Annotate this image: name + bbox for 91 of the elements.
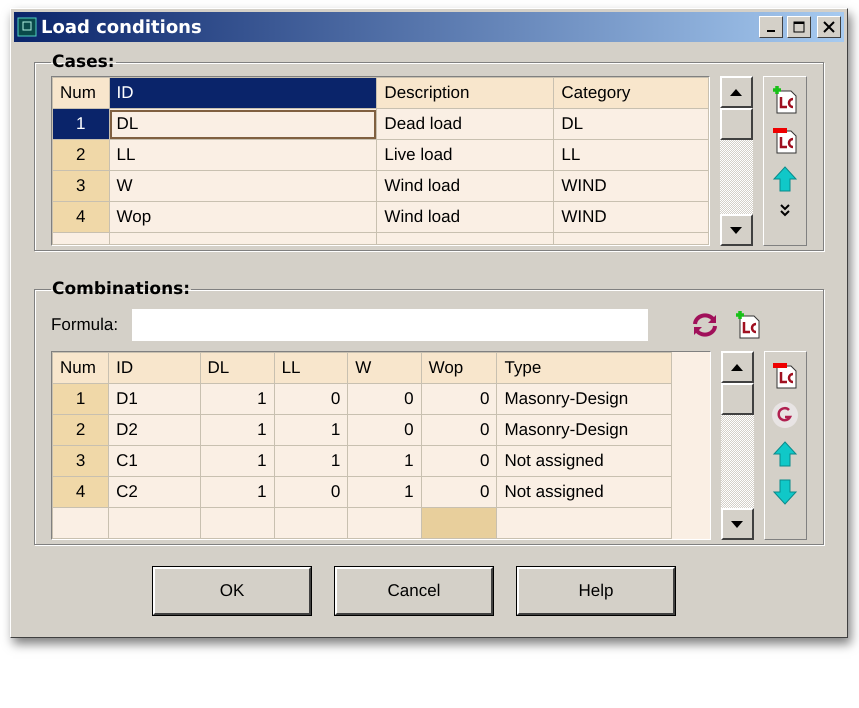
up-triangle-icon xyxy=(730,88,742,96)
row-number-cell[interactable]: 4 xyxy=(52,202,110,232)
table-cell[interactable]: 0 xyxy=(348,414,422,446)
column-header[interactable]: ID xyxy=(108,352,200,384)
column-header[interactable]: Num xyxy=(52,352,109,384)
column-header[interactable]: W xyxy=(348,352,422,384)
table-cell[interactable]: Wind load xyxy=(376,202,554,232)
formula-field[interactable] xyxy=(132,309,648,341)
formula-label: Formula: xyxy=(51,315,118,335)
scroll-up-button[interactable] xyxy=(720,76,753,108)
table-cell[interactable]: D1 xyxy=(108,384,200,414)
scroll-down-button[interactable] xyxy=(720,508,754,540)
table-cell[interactable]: WIND xyxy=(554,170,708,202)
table-cell[interactable]: 0 xyxy=(421,446,497,476)
double-chevron-icon[interactable] xyxy=(778,203,791,217)
up-arrow-icon[interactable] xyxy=(772,440,798,468)
maximize-button[interactable] xyxy=(787,16,811,38)
up-triangle-icon xyxy=(731,364,744,370)
table-cell[interactable]: 0 xyxy=(274,476,348,508)
up-arrow-icon[interactable] xyxy=(772,165,798,193)
close-icon xyxy=(823,21,835,33)
window-title: Load conditions xyxy=(41,16,203,38)
scroll-down-button[interactable] xyxy=(720,214,753,246)
table-cell[interactable]: 0 xyxy=(274,384,348,414)
table-cell[interactable]: 1 xyxy=(200,446,274,476)
down-arrow-icon[interactable] xyxy=(772,478,798,506)
table-cell[interactable]: 1 xyxy=(274,414,348,446)
dialog-button[interactable]: Cancel xyxy=(335,567,493,615)
column-header[interactable]: Num xyxy=(52,78,110,108)
table-cell[interactable]: Dead load xyxy=(376,108,554,140)
table-cell[interactable]: Live load xyxy=(376,140,554,170)
table-cell[interactable]: 1 xyxy=(200,414,274,446)
column-header[interactable]: ID xyxy=(109,78,377,108)
delete-document-icon[interactable] xyxy=(771,360,800,390)
close-button[interactable] xyxy=(817,16,841,38)
table-cell[interactable]: W xyxy=(109,170,377,202)
table-cell[interactable]: D2 xyxy=(108,414,200,446)
table-cell[interactable]: Wind load xyxy=(376,170,554,202)
row-number-cell[interactable]: 2 xyxy=(52,414,109,446)
table-cell[interactable]: 0 xyxy=(421,384,497,414)
add-document-icon[interactable] xyxy=(734,310,762,340)
row-number-cell[interactable]: 3 xyxy=(52,446,109,476)
app-icon xyxy=(17,17,37,37)
scrollbar[interactable] xyxy=(720,351,754,540)
table-cell[interactable]: 0 xyxy=(348,384,422,414)
table-cell[interactable]: DL xyxy=(554,108,708,140)
g-circle-icon[interactable] xyxy=(770,400,800,430)
row-number-cell[interactable]: 4 xyxy=(52,476,109,508)
minimize-button[interactable] xyxy=(759,16,783,38)
row-number-cell[interactable]: 1 xyxy=(52,108,110,140)
table-cell[interactable]: Masonry-Design xyxy=(496,384,672,414)
add-document-icon[interactable] xyxy=(770,85,799,115)
dialog-button[interactable]: OK xyxy=(153,567,311,615)
scrollbar[interactable] xyxy=(720,76,753,246)
table-cell[interactable]: WIND xyxy=(554,202,708,232)
group-title: Cases: xyxy=(51,52,116,72)
table-cell[interactable]: C2 xyxy=(108,476,200,508)
table-cell[interactable]: Not assigned xyxy=(496,446,672,476)
minimize-icon xyxy=(767,30,775,32)
table-cell[interactable]: 0 xyxy=(421,476,497,508)
column-header[interactable]: Wop xyxy=(421,352,497,384)
row-number-cell[interactable]: 1 xyxy=(52,384,109,414)
table-cell[interactable]: 1 xyxy=(274,446,348,476)
table-cell[interactable]: 1 xyxy=(348,476,422,508)
table-cell[interactable]: Masonry-Design xyxy=(496,414,672,446)
column-header[interactable]: Category xyxy=(554,78,708,108)
table-cell[interactable]: LL xyxy=(554,140,708,170)
row-number-cell[interactable]: 2 xyxy=(52,140,110,170)
column-header[interactable]: DL xyxy=(200,352,274,384)
scroll-thumb[interactable] xyxy=(720,383,754,415)
table-cell[interactable]: 1 xyxy=(200,476,274,508)
down-triangle-icon xyxy=(730,226,742,234)
column-header[interactable]: LL xyxy=(274,352,348,384)
table-cell[interactable]: 1 xyxy=(348,446,422,476)
table-cell[interactable]: Wop xyxy=(109,202,377,232)
scroll-thumb[interactable] xyxy=(720,108,753,140)
maximize-icon xyxy=(793,21,805,33)
delete-document-icon[interactable] xyxy=(770,125,799,155)
row-number-cell[interactable]: 3 xyxy=(52,170,110,202)
table-cell[interactable]: LL xyxy=(109,140,377,170)
column-header[interactable]: Type xyxy=(496,352,672,384)
table-cell[interactable]: C1 xyxy=(108,446,200,476)
down-triangle-icon xyxy=(731,520,744,528)
column-header[interactable]: Description xyxy=(376,78,554,108)
table-cell[interactable]: 1 xyxy=(200,384,274,414)
dialog-button[interactable]: Help xyxy=(517,567,675,615)
table-cell[interactable]: 0 xyxy=(421,414,497,446)
table-cell[interactable]: DL xyxy=(109,108,377,140)
scroll-up-button[interactable] xyxy=(720,351,754,383)
group-title: Combinations: xyxy=(51,279,192,299)
table-cell[interactable]: Not assigned xyxy=(496,476,672,508)
